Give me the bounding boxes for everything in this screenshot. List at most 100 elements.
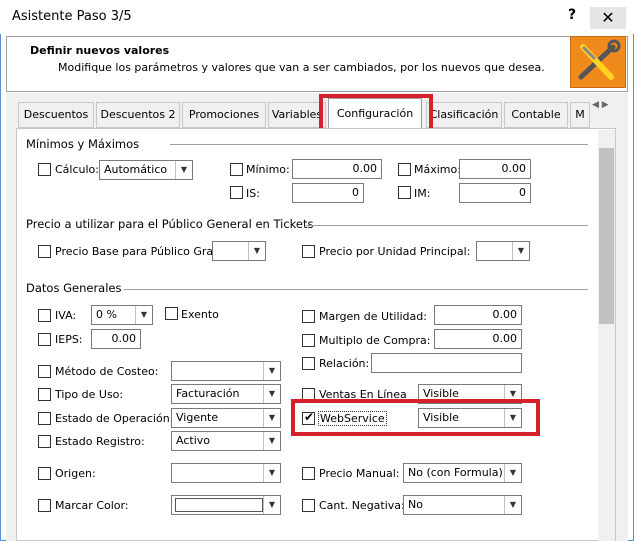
minimo-input[interactable]: 0.00 xyxy=(292,159,382,179)
im-label: IM: xyxy=(414,187,431,200)
tools-icon xyxy=(570,36,626,88)
maximo-label: Máximo: xyxy=(414,163,461,176)
is-input[interactable]: 0 xyxy=(292,183,364,203)
tab-contable[interactable]: Contable xyxy=(504,102,568,128)
chevron-down-icon: ▼ xyxy=(263,409,280,427)
tab-clasificacion[interactable]: Clasificación xyxy=(426,102,502,128)
precio-manual-checkbox[interactable] xyxy=(302,467,315,480)
im-checkbox[interactable] xyxy=(398,186,411,199)
multiplo-label: Multiplo de Compra: xyxy=(319,334,431,347)
calculo-label: Cálculo: xyxy=(55,163,99,176)
negativa-combo[interactable]: No ▼ xyxy=(403,495,522,515)
negativa-checkbox[interactable] xyxy=(302,499,315,512)
estado-checkbox[interactable] xyxy=(38,412,51,425)
tab-promociones[interactable]: Promociones xyxy=(182,102,266,128)
tab-scroll-arrows[interactable]: ◀ ▶ xyxy=(592,100,622,110)
tab-descuentos-2[interactable]: Descuentos 2 xyxy=(96,102,180,128)
origen-label: Origen: xyxy=(55,467,96,480)
tab-more[interactable]: M xyxy=(570,102,590,128)
negativa-value: No xyxy=(408,498,423,511)
negativa-label: Cant. Negativa: xyxy=(319,499,405,512)
estado-label: Estado de Operación: xyxy=(55,412,174,425)
help-button[interactable]: ? xyxy=(565,7,579,25)
color-label: Marcar Color: xyxy=(55,499,129,512)
minimo-label: Mínimo: xyxy=(246,163,290,176)
registro-checkbox[interactable] xyxy=(38,435,51,448)
precio-manual-label: Precio Manual: xyxy=(319,467,400,480)
iva-label: IVA: xyxy=(55,309,77,322)
calculo-checkbox[interactable] xyxy=(38,163,51,176)
section-datos: Datos Generales xyxy=(26,281,122,295)
divider xyxy=(306,225,588,226)
chevron-down-icon: ▼ xyxy=(263,464,280,482)
estado-combo[interactable]: Vigente ▼ xyxy=(171,408,281,428)
iva-value: 0 % xyxy=(96,308,117,321)
exento-checkbox[interactable] xyxy=(165,307,178,320)
margen-checkbox[interactable] xyxy=(302,310,315,323)
uso-value: Facturación xyxy=(176,387,240,400)
maximo-checkbox[interactable] xyxy=(398,163,411,176)
precio-manual-combo[interactable]: No (con Formula) ▼ xyxy=(403,463,522,483)
iva-checkbox[interactable] xyxy=(38,309,51,322)
registro-combo[interactable]: Activo ▼ xyxy=(171,431,281,451)
chevron-down-icon: ▼ xyxy=(263,432,280,450)
chevron-down-icon: ▼ xyxy=(248,242,265,260)
uso-checkbox[interactable] xyxy=(38,388,51,401)
uso-label: Tipo de Uso: xyxy=(55,388,124,401)
margen-input[interactable]: 0.00 xyxy=(434,305,522,325)
is-label: IS: xyxy=(246,187,260,200)
highlight-webservice xyxy=(291,399,540,436)
precio-base-combo[interactable]: ▼ xyxy=(212,241,266,261)
is-checkbox[interactable] xyxy=(230,186,243,199)
iva-combo[interactable]: 0 % ▼ xyxy=(91,305,153,325)
minimo-checkbox[interactable] xyxy=(230,163,243,176)
estado-value: Vigente xyxy=(176,411,219,424)
chevron-down-icon: ▼ xyxy=(263,496,280,514)
origen-checkbox[interactable] xyxy=(38,467,51,480)
section-minmax: Mínimos y Máximos xyxy=(26,137,140,151)
close-button[interactable]: ✕ xyxy=(590,7,626,29)
registro-label: Estado Registro: xyxy=(55,435,145,448)
precio-base-checkbox[interactable] xyxy=(38,245,51,258)
ieps-checkbox[interactable] xyxy=(38,333,51,346)
header-title: Definir nuevos valores xyxy=(30,44,170,57)
chevron-down-icon: ▼ xyxy=(135,306,152,324)
origen-combo[interactable]: ▼ xyxy=(171,463,281,483)
im-input[interactable]: 0 xyxy=(459,183,531,203)
calculo-value: Automático xyxy=(104,163,168,176)
precio-unidad-checkbox[interactable] xyxy=(302,245,315,258)
relacion-label: Relación: xyxy=(319,357,370,370)
chevron-down-icon: ▼ xyxy=(512,242,529,260)
costeo-combo[interactable]: ▼ xyxy=(171,361,281,381)
ieps-label: IEPS: xyxy=(55,333,83,346)
costeo-checkbox[interactable] xyxy=(38,365,51,378)
color-checkbox[interactable] xyxy=(38,499,51,512)
exento-label: Exento xyxy=(181,308,219,321)
tab-variables[interactable]: Variables xyxy=(268,102,326,128)
chevron-down-icon: ▼ xyxy=(263,362,280,380)
divider xyxy=(124,289,588,290)
costeo-label: Método de Costeo: xyxy=(55,365,159,378)
section-precio: Precio a utilizar para el Público Genera… xyxy=(26,217,314,231)
color-combo[interactable]: ▼ xyxy=(171,495,281,515)
tab-descuentos[interactable]: Descuentos xyxy=(18,102,94,128)
divider xyxy=(170,144,588,145)
calculo-combo[interactable]: Automático ▼ xyxy=(99,160,193,180)
uso-combo[interactable]: Facturación ▼ xyxy=(171,384,281,404)
chevron-down-icon: ▼ xyxy=(504,464,521,482)
relacion-input[interactable] xyxy=(371,353,522,373)
header-subtitle: Modifique los parámetros y valores que v… xyxy=(58,61,545,74)
scrollbar-thumb[interactable] xyxy=(599,148,614,324)
multiplo-checkbox[interactable] xyxy=(302,334,315,347)
color-swatch xyxy=(175,498,263,512)
ieps-input[interactable]: 0.00 xyxy=(91,329,141,349)
relacion-checkbox[interactable] xyxy=(302,357,315,370)
chevron-down-icon: ▼ xyxy=(504,496,521,514)
chevron-down-icon: ▼ xyxy=(263,385,280,403)
precio-unidad-label: Precio por Unidad Principal: xyxy=(319,245,471,258)
margen-label: Margen de Utilidad: xyxy=(319,310,427,323)
maximo-input[interactable]: 0.00 xyxy=(459,159,531,179)
multiplo-input[interactable]: 0.00 xyxy=(434,329,522,349)
chevron-down-icon: ▼ xyxy=(175,161,192,179)
precio-unidad-combo[interactable]: ▼ xyxy=(476,241,530,261)
